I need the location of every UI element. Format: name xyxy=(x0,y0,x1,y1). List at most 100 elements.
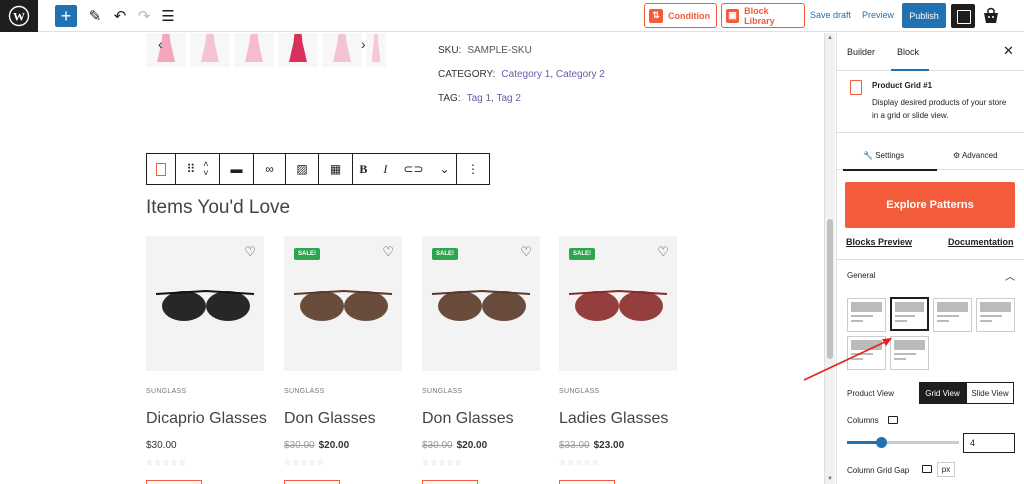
current-price: $30.00 xyxy=(146,440,177,451)
product-thumbnail[interactable] xyxy=(234,33,274,67)
tab-builder[interactable]: Builder xyxy=(847,47,875,57)
tag-link[interactable]: Tag 1 xyxy=(467,93,491,104)
documentation-link[interactable]: Documentation xyxy=(948,237,1014,247)
cart-icon[interactable] xyxy=(981,6,1001,26)
product-title[interactable]: Ladies Glasses xyxy=(559,410,668,428)
tab-advanced-label: Advanced xyxy=(961,151,998,160)
product-thumbnail[interactable] xyxy=(366,33,386,67)
publish-button[interactable]: Publish xyxy=(902,3,946,28)
rating-stars: ☆☆☆☆☆ xyxy=(146,458,187,467)
italic-icon[interactable]: I xyxy=(383,162,387,177)
tab-block[interactable]: Block xyxy=(890,47,930,71)
add-to-cart-button[interactable] xyxy=(422,480,478,484)
product-thumbnail[interactable] xyxy=(322,33,362,67)
product-card[interactable]: SALE! ♡ SUNGLASS Ladies Glasses $33.00 $23.00… xyxy=(559,236,677,484)
category-link[interactable]: Category 1 xyxy=(501,69,550,80)
layout-option[interactable] xyxy=(933,298,972,332)
layout-option[interactable] xyxy=(976,298,1015,332)
product-thumbnail[interactable] xyxy=(146,33,186,67)
link-icon[interactable]: ⊂⊃ xyxy=(403,162,423,177)
align-icon[interactable]: ▬ xyxy=(220,154,254,184)
product-grid-block-icon[interactable] xyxy=(147,154,176,184)
sidebar-tabs: Builder Block ✕ xyxy=(837,33,1024,71)
unit-px-selector[interactable]: px xyxy=(937,462,955,477)
editor-canvas: ‹ › SKU: SAMPLE-SKU CATEGORY: Category 1, … xyxy=(0,33,824,484)
settings-sidebar-toggle-icon[interactable] xyxy=(951,4,975,28)
grid-view-button[interactable]: Grid View xyxy=(919,382,966,404)
tag-label: TAG: xyxy=(438,93,461,104)
product-image[interactable]: ♡ xyxy=(146,236,264,371)
product-category: SUNGLASS xyxy=(284,388,325,395)
thumbnail-prev-chevron-icon[interactable]: ‹ xyxy=(158,36,163,52)
bold-icon[interactable]: B xyxy=(359,162,367,177)
current-price: $20.00 xyxy=(318,440,350,451)
wordpress-logo-icon[interactable]: W xyxy=(0,0,38,32)
table-layout-icon[interactable]: ▦ xyxy=(319,154,353,184)
tab-settings[interactable]: 🔧 Settings xyxy=(842,151,938,171)
tab-advanced[interactable]: ⚙ Advanced xyxy=(953,151,998,160)
block-library-button[interactable]: ▣ Block Library xyxy=(721,3,805,28)
blocks-preview-link[interactable]: Blocks Preview xyxy=(846,237,912,247)
scroll-down-icon[interactable]: ▼ xyxy=(827,476,833,482)
product-card[interactable]: ♡ SUNGLASS Dicaprio Glasses $30.00 ☆☆☆☆☆ xyxy=(146,236,267,484)
condition-button[interactable]: ⇅ Condition xyxy=(644,3,717,28)
columns-input[interactable]: 4 xyxy=(963,433,1015,453)
product-thumbnail[interactable] xyxy=(278,33,318,67)
category-link[interactable]: Category 2 xyxy=(556,69,605,80)
slide-view-button[interactable]: Slide View xyxy=(966,382,1014,404)
product-thumbnail[interactable] xyxy=(190,33,230,67)
general-panel-header[interactable]: General ︿ xyxy=(837,259,1024,289)
product-title[interactable]: Dicaprio Glasses xyxy=(146,410,267,428)
wrench-icon: 🔧 xyxy=(863,151,873,160)
desktop-device-icon[interactable] xyxy=(922,465,932,473)
product-image[interactable]: SALE! ♡ xyxy=(559,236,677,371)
wishlist-heart-icon[interactable]: ♡ xyxy=(382,244,394,260)
add-block-button[interactable]: + xyxy=(55,5,77,27)
image-icon[interactable]: ▨ xyxy=(286,154,319,184)
add-to-cart-button[interactable] xyxy=(559,480,615,484)
product-title[interactable]: Don Glasses xyxy=(284,410,376,428)
tag-link[interactable]: Tag 2 xyxy=(496,93,520,104)
product-image[interactable]: SALE! ♡ xyxy=(284,236,402,371)
layout-option[interactable] xyxy=(847,298,886,332)
thumbnail-next-chevron-icon[interactable]: › xyxy=(361,36,366,52)
more-options-icon[interactable]: ⋮ xyxy=(457,154,489,184)
sale-badge: SALE! xyxy=(432,248,458,260)
wishlist-heart-icon[interactable]: ♡ xyxy=(657,244,669,260)
move-up-down-icon[interactable]: ˄ ˅ xyxy=(203,160,208,178)
pencil-tools-icon[interactable]: ✎ xyxy=(85,6,105,26)
save-draft-link[interactable]: Save draft xyxy=(810,10,851,20)
drag-handle-icon[interactable]: ⠿ xyxy=(186,162,195,176)
wishlist-heart-icon[interactable]: ♡ xyxy=(244,244,256,260)
preview-link[interactable]: Preview xyxy=(862,10,894,20)
explore-patterns-button[interactable]: Explore Patterns xyxy=(845,182,1015,228)
scroll-up-icon[interactable]: ▲ xyxy=(827,35,833,41)
columns-slider[interactable] xyxy=(847,437,959,448)
wishlist-heart-icon[interactable]: ♡ xyxy=(520,244,532,260)
link-chain-icon[interactable]: ∞ xyxy=(254,154,286,184)
layout-option-selected[interactable] xyxy=(890,297,929,331)
drag-move-handle[interactable]: ⠿ ˄ ˅ xyxy=(176,154,220,184)
chevron-down-icon[interactable]: ⌄ xyxy=(440,162,450,177)
undo-icon[interactable]: ↶ xyxy=(110,6,130,26)
document-overview-icon[interactable]: ☰ xyxy=(158,6,178,26)
product-image[interactable]: SALE! ♡ xyxy=(422,236,540,371)
product-card[interactable]: SALE! ♡ SUNGLASS Don Glasses $30.00 $20.00 ☆☆☆… xyxy=(422,236,540,484)
layout-option[interactable] xyxy=(890,336,929,370)
add-to-cart-button[interactable] xyxy=(284,480,340,484)
product-thumbnail-strip xyxy=(146,33,386,67)
product-title[interactable]: Don Glasses xyxy=(422,410,514,428)
shopping-bag-icon: ▣ xyxy=(726,8,740,23)
add-to-cart-button[interactable] xyxy=(146,480,202,484)
product-card[interactable]: SALE! ♡ SUNGLASS Don Glasses $30.00 $20.00 ☆☆☆… xyxy=(284,236,402,484)
close-icon[interactable]: ✕ xyxy=(1003,43,1014,59)
desktop-device-icon[interactable] xyxy=(888,416,898,424)
columns-slider-knob[interactable] xyxy=(875,437,887,448)
block-info-card: Product Grid #1 Display desired products… xyxy=(837,71,1024,133)
scrollbar-thumb[interactable] xyxy=(827,219,833,359)
block-name: Product Grid #1 xyxy=(872,81,933,90)
chevron-up-icon: ︿ xyxy=(1005,272,1015,283)
redo-icon[interactable]: ↷ xyxy=(134,6,154,26)
canvas-scrollbar[interactable]: ▲ ▼ xyxy=(824,33,835,484)
layout-option[interactable] xyxy=(847,336,886,370)
